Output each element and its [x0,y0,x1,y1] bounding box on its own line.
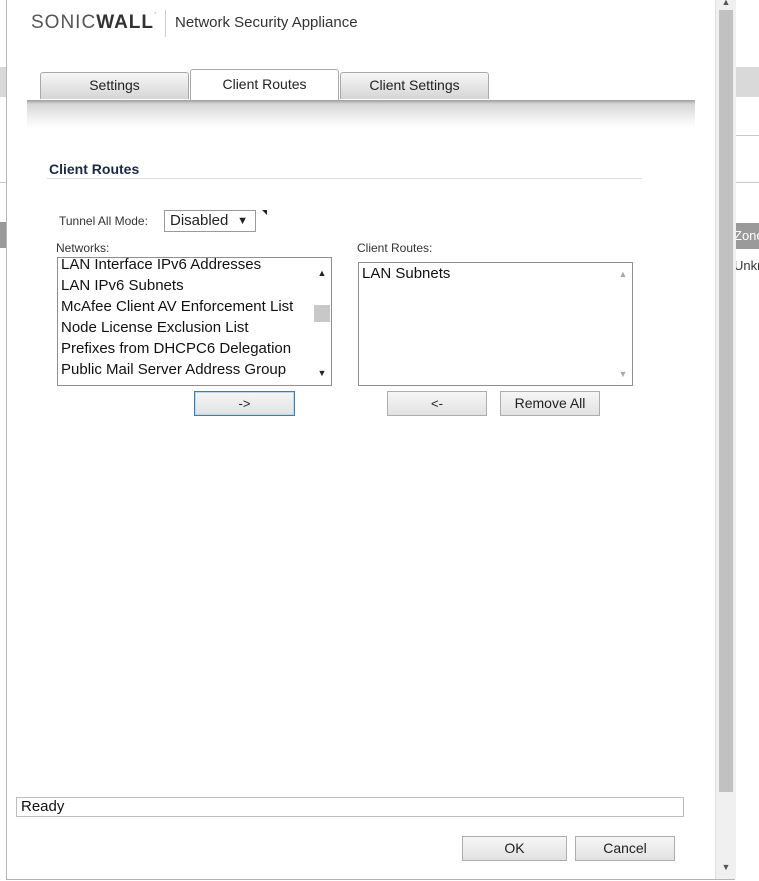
list-item[interactable]: Prefixes from DHCPC6 Delegation [61,338,311,359]
scroll-down-icon[interactable]: ▼ [720,862,732,872]
cancel-button[interactable]: Cancel [575,836,675,861]
scroll-up-icon[interactable]: ▲ [313,268,331,278]
logo-brand-light: SONIC [31,12,97,33]
section-divider [47,178,642,179]
networks-scrollbar[interactable]: ▲ ▼ [313,258,331,385]
background-window-strip-right [734,67,759,97]
list-item[interactable]: Node License Exclusion List [61,317,311,338]
list-item[interactable]: Public Mail Server Address Group [61,359,311,380]
section-title: Client Routes [49,161,140,177]
client-routes-scrollbar[interactable]: ▲ ▼ [614,263,632,385]
background-zone-cell: Unkn [734,258,759,273]
logo-tm: ˙ [154,12,159,23]
dialog-window: SONICWALL˙ Network Security Appliance Se… [6,0,736,880]
list-item[interactable]: McAfee Client AV Enforcement List [61,296,311,317]
tab-content-bar [27,100,695,128]
product-title: Network Security Appliance [175,14,358,31]
add-route-button[interactable]: -> [194,391,295,416]
help-tooltip-icon[interactable] [262,210,267,215]
client-routes-label: Client Routes: [357,241,433,255]
tab-client-routes[interactable]: Client Routes [190,69,339,100]
scroll-up-icon[interactable]: ▲ [720,0,732,7]
tab-settings[interactable]: Settings [40,72,189,99]
list-item[interactable]: LAN Subnets [362,263,612,284]
remove-all-button[interactable]: Remove All [500,391,600,416]
logo-separator [165,10,166,37]
list-item[interactable]: LAN IPv6 Subnets [61,275,311,296]
client-routes-listbox[interactable]: LAN Subnets ▲ ▼ [358,262,633,386]
tab-client-settings[interactable]: Client Settings [340,72,489,99]
chevron-down-icon: ▼ [237,215,248,227]
networks-label: Networks: [56,241,110,255]
networks-scroll-thumb[interactable] [314,305,330,322]
background-window-line-right [734,135,759,136]
dialog-scroll-thumb[interactable] [719,10,733,792]
ok-button[interactable]: OK [462,836,567,861]
background-zone-header: Zone [734,223,759,249]
list-item[interactable]: LAN Interface IPv6 Addresses [61,258,311,275]
remove-route-button[interactable]: <- [387,391,487,416]
dialog-scrollbar[interactable]: ▲ ▼ [715,0,736,879]
status-bar: Ready [16,797,684,817]
logo-brand-bold: WALL [96,12,155,33]
tunnel-all-mode-value: Disabled [170,212,229,229]
tunnel-all-mode-select[interactable]: Disabled ▼ [164,210,256,232]
background-window-line-right-2 [734,182,759,183]
scroll-down-icon[interactable]: ▼ [313,368,331,378]
sonicwall-logo: SONICWALL˙ [31,12,158,34]
scroll-down-icon[interactable]: ▼ [614,369,632,379]
tunnel-all-mode-label: Tunnel All Mode: [59,214,148,228]
networks-listbox[interactable]: LAN Interface IPv6 Addresses LAN IPv6 Su… [57,257,332,386]
scroll-up-icon[interactable]: ▲ [614,269,632,279]
